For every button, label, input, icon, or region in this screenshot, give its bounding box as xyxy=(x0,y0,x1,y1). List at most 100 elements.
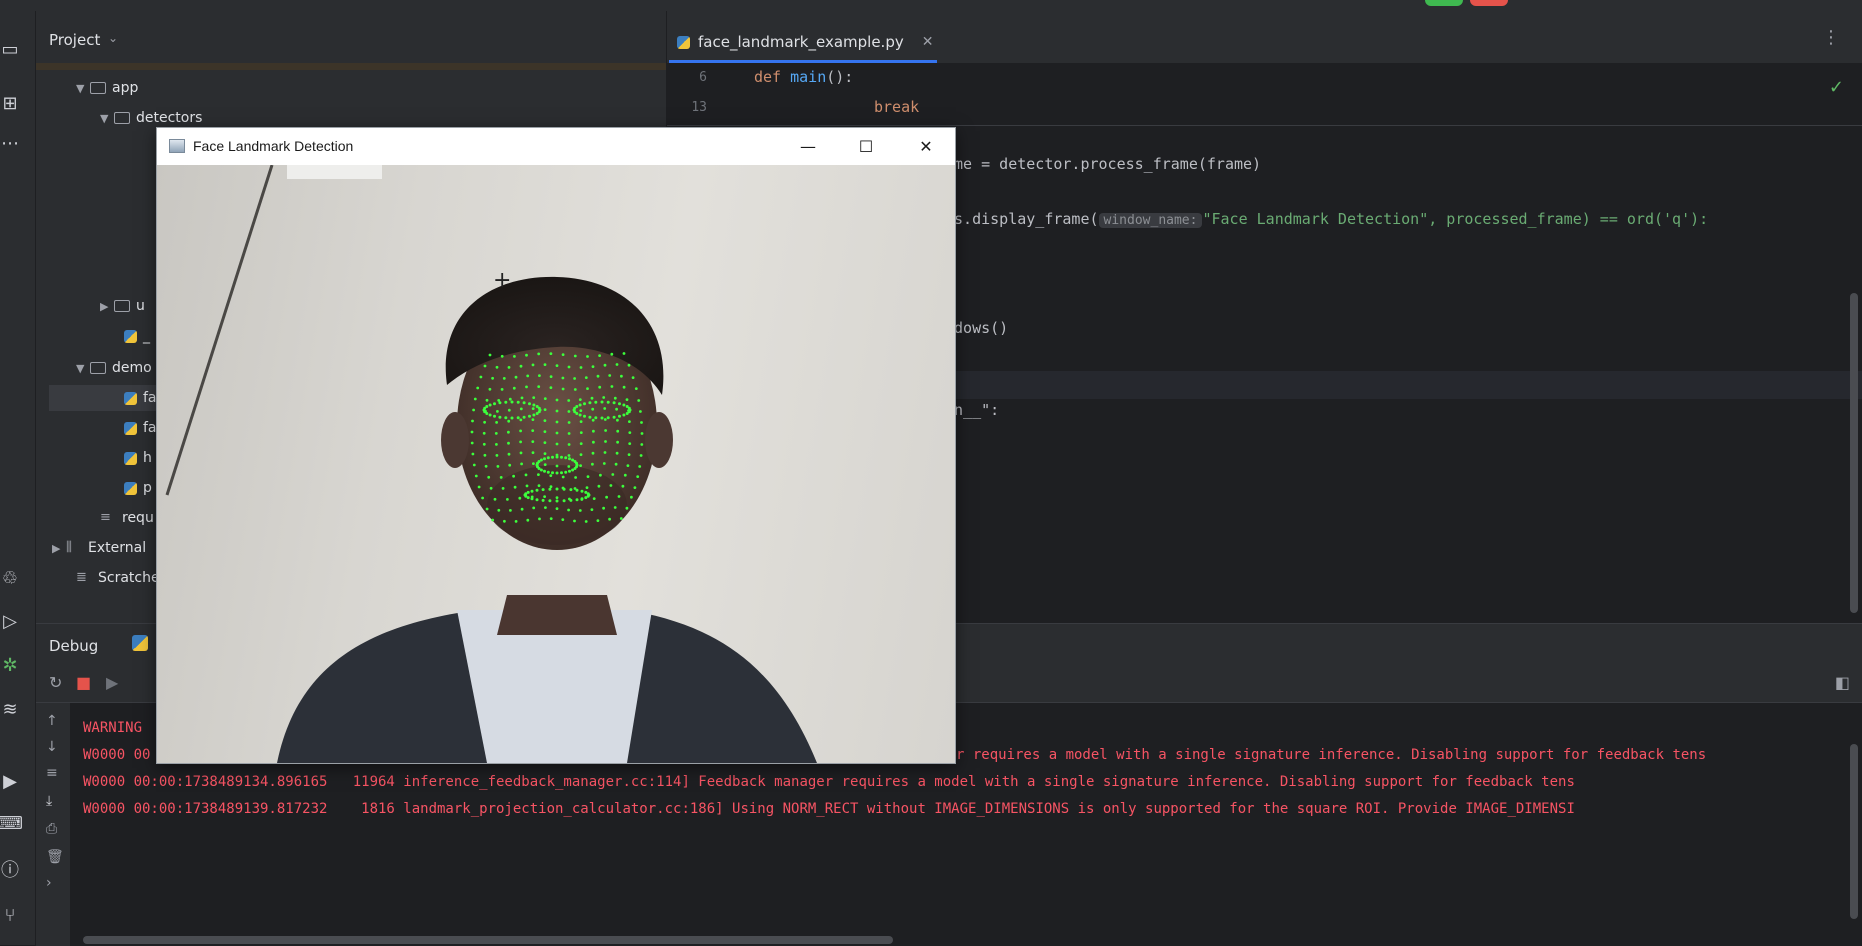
landmark-point xyxy=(575,461,578,465)
tab-face-landmark-example[interactable]: face_landmark_example.py ✕ xyxy=(677,27,933,57)
console-scrollbar[interactable] xyxy=(1850,744,1858,919)
landmark-point xyxy=(637,399,641,402)
close-icon[interactable]: ✕ xyxy=(922,34,934,50)
landmark-point xyxy=(555,496,559,499)
tab-label: face_landmark_example.py xyxy=(698,33,904,51)
minimize-icon[interactable]: — xyxy=(779,128,837,165)
landmark-point xyxy=(608,374,612,377)
landmark-point xyxy=(543,397,547,400)
landmark-point xyxy=(613,506,617,509)
library-icon: ⫼ xyxy=(66,540,72,555)
close-icon[interactable]: ✕ xyxy=(897,128,955,165)
editor-scrollbar[interactable] xyxy=(1850,293,1858,613)
code-line-process-frame[interactable]: ame = detector.process_frame(frame) xyxy=(945,155,1261,173)
scroll-to-end-icon[interactable]: ⤓ xyxy=(46,793,52,809)
tree-item-label: External xyxy=(88,540,147,556)
landmark-point xyxy=(600,416,604,420)
landmark-point xyxy=(640,421,643,424)
python-console-icon[interactable]: ♲ xyxy=(0,566,20,590)
tree-item-file[interactable]: fa xyxy=(124,415,157,441)
tree-item-file[interactable]: h xyxy=(124,445,152,471)
landmark-point xyxy=(610,352,614,356)
tree-item-utils[interactable]: ▶ u xyxy=(100,293,145,319)
landmark-point xyxy=(555,455,559,459)
tree-item-init[interactable]: _ xyxy=(124,323,150,349)
terminal-icon[interactable]: ⌨ xyxy=(0,811,23,835)
project-title[interactable]: Project xyxy=(49,31,100,49)
git-icon[interactable]: ⑂ xyxy=(0,903,20,927)
more-vertical-icon[interactable]: ⋮ xyxy=(1822,27,1840,48)
maximize-icon[interactable]: ☐ xyxy=(837,128,895,165)
landmark-point xyxy=(603,363,607,367)
landmark-point xyxy=(543,463,547,466)
landmark-point xyxy=(543,495,546,498)
print-icon[interactable]: ⎙ xyxy=(46,821,57,837)
landmark-point xyxy=(561,353,565,356)
landmark-point xyxy=(501,487,505,490)
log-line: W0000 00:00:1738489134.896165 11964 infe… xyxy=(83,774,1575,790)
chevron-down-icon[interactable]: ▼ xyxy=(76,356,90,382)
rerun-icon[interactable]: ↻ xyxy=(49,673,62,692)
run-icon[interactable]: ▷ xyxy=(0,609,20,633)
trash-icon[interactable]: 🗑 xyxy=(46,849,64,865)
landmark-point xyxy=(510,400,514,404)
landmark-point xyxy=(555,487,559,491)
chevron-down-icon[interactable]: ▼ xyxy=(76,76,90,102)
more-icon[interactable]: ⋯ xyxy=(0,131,20,155)
landmark-point xyxy=(567,410,571,413)
landmark-point xyxy=(549,352,553,355)
python-run-config-icon[interactable] xyxy=(132,635,148,651)
stop-icon[interactable]: ■ xyxy=(76,673,91,692)
landmark-point xyxy=(531,418,535,421)
landmark-point xyxy=(507,430,510,434)
landmark-point xyxy=(585,486,589,489)
editor-tabs: face_landmark_example.py ✕ ⋮ xyxy=(667,11,1862,64)
code-line-display-frame[interactable]: ls.display_frame(window_name: "Face Landm… xyxy=(945,210,1708,228)
landmark-point xyxy=(551,455,554,459)
inspection-ok-icon[interactable]: ✓ xyxy=(1829,77,1844,98)
landmark-point xyxy=(531,407,535,410)
chevron-down-icon[interactable]: ⌄ xyxy=(108,31,118,45)
tree-item-demo[interactable]: ▼ demo xyxy=(76,355,152,381)
structure-icon[interactable]: ⊞ xyxy=(0,91,20,115)
landmark-point xyxy=(531,440,535,443)
window-title-bar[interactable]: Face Landmark Detection — ☐ ✕ xyxy=(157,128,955,165)
console-horizontal-scrollbar[interactable] xyxy=(83,936,893,944)
resume-icon[interactable]: ▶ xyxy=(106,673,118,692)
folder-icon[interactable]: ▭ xyxy=(0,37,20,61)
debug-icon[interactable]: ✲ xyxy=(0,653,20,677)
layers-icon[interactable]: ≋ xyxy=(0,697,20,721)
scroll-shadow xyxy=(36,63,666,70)
problems-icon[interactable]: ⓘ xyxy=(0,857,20,881)
chevron-right-icon[interactable]: ▶ xyxy=(52,536,66,562)
landmark-point xyxy=(555,471,559,475)
sticky-line-def-main[interactable]: def main(): xyxy=(754,68,853,86)
tree-item-file[interactable]: fa xyxy=(124,385,157,411)
landmark-point xyxy=(573,519,576,523)
landmark-point xyxy=(532,403,536,407)
tree-item-requirements[interactable]: ≡ requ xyxy=(100,505,154,531)
landmark-point xyxy=(476,386,480,390)
face-landmark-window[interactable]: Face Landmark Detection — ☐ ✕ + xyxy=(156,127,956,764)
sticky-line-break[interactable]: break xyxy=(874,98,919,116)
landmark-point xyxy=(567,365,571,369)
landmark-point xyxy=(592,429,595,433)
debug-title[interactable]: Debug xyxy=(49,637,98,655)
chevron-down-icon[interactable]: ▼ xyxy=(100,106,114,132)
landmark-point xyxy=(471,419,474,423)
chevron-right-icon[interactable]: › xyxy=(46,875,52,891)
tree-item-external-libraries[interactable]: ▶ ⫼ External xyxy=(52,535,146,561)
landmark-point xyxy=(555,398,559,402)
chevron-right-icon[interactable]: ▶ xyxy=(100,294,114,320)
tree-item-scratches[interactable]: ≣ Scratche xyxy=(76,565,160,591)
arrow-down-icon[interactable]: ↓ xyxy=(46,739,58,755)
landmark-point xyxy=(555,431,559,435)
layout-icon[interactable]: ◧ xyxy=(1835,673,1850,692)
tree-item-app[interactable]: ▼ app xyxy=(76,75,138,101)
landmark-point xyxy=(620,374,623,378)
tree-item-file[interactable]: p xyxy=(124,475,152,501)
services-icon[interactable]: ▶ xyxy=(0,769,20,793)
soft-wrap-icon[interactable]: ≡ xyxy=(46,765,58,781)
arrow-up-icon[interactable]: ↑ xyxy=(46,713,58,729)
landmark-point xyxy=(532,413,536,417)
